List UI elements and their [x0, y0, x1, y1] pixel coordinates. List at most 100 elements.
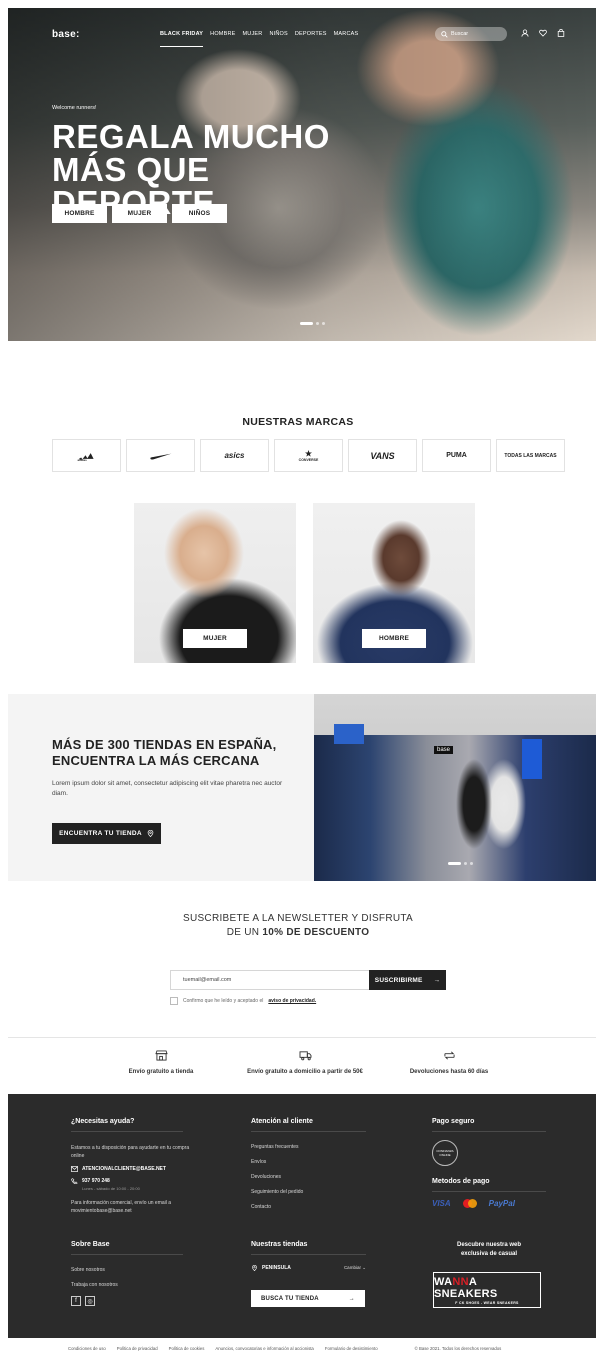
footer-link-contact[interactable]: Contacto — [251, 1204, 366, 1210]
casual-promo-text: Descubre nuestra web exclusiva de casual — [432, 1241, 546, 1259]
footer-link-shipping[interactable]: Envíos — [251, 1159, 366, 1165]
brand-vans-label: VANS — [370, 450, 395, 461]
store-photo: base — [314, 694, 596, 881]
carousel-dot[interactable] — [470, 862, 473, 865]
category-women-button[interactable]: MUJER — [183, 629, 247, 648]
carousel-dot[interactable] — [448, 862, 461, 865]
footer-link-faq[interactable]: Preguntas frecuentes — [251, 1144, 366, 1150]
heart-icon[interactable] — [539, 29, 547, 37]
carousel-dot[interactable] — [316, 322, 319, 325]
change-region-label: Cambiar — [343, 1265, 361, 1270]
arrow-right-icon: → — [433, 976, 441, 984]
footer-help: ¿Necesitas ayuda? Estamos a tu disposici… — [71, 1118, 193, 1215]
bag-icon[interactable] — [557, 29, 565, 37]
footer-link-about[interactable]: Sobre nosotros — [71, 1267, 183, 1273]
footer-stores: Nuestras tiendas PENINSULA Cambiar ⌄ — [251, 1241, 366, 1271]
adidas-logo-icon: adidas — [77, 452, 94, 462]
hero-button-hombre[interactable]: HOMBRE — [52, 204, 107, 223]
mastercard-icon — [462, 1199, 477, 1208]
wanna-sneakers-wordmark: WANNA SNEAKERS — [434, 1275, 498, 1300]
store-region-row: PENINSULA Cambiar ⌄ — [251, 1265, 366, 1271]
footer-phone[interactable]: 937 970 248 — [71, 1178, 193, 1184]
brand-all[interactable]: TODAS LAS MARCAS — [496, 439, 565, 472]
newsletter-email-input[interactable] — [170, 970, 369, 990]
legal-link-terms[interactable]: Condiciones de uso — [68, 1346, 106, 1351]
hero-button-ninos[interactable]: NIÑOS — [172, 204, 227, 223]
location-pin-icon — [147, 830, 154, 837]
facebook-icon[interactable]: f — [71, 1296, 81, 1306]
trust-badge[interactable]: CONFIANZA ONLINE — [432, 1140, 458, 1166]
nav-ninos[interactable]: NIÑOS — [269, 31, 287, 47]
privacy-link[interactable]: aviso de privacidad. — [268, 998, 316, 1004]
benefit-home-shipping: Envío gratuito a domicilio a partir de 5… — [230, 1050, 380, 1075]
logo[interactable]: base: — [52, 29, 80, 40]
find-store-button-label: ENCUENTRA TU TIENDA — [59, 830, 142, 837]
search-icon — [441, 30, 448, 38]
brand-puma[interactable]: PUMA — [422, 439, 491, 472]
carousel-dot[interactable] — [322, 322, 325, 325]
category-men-card[interactable]: HOMBRE — [313, 503, 475, 663]
footer-customer-service: Atención al cliente Preguntas frecuentes… — [251, 1118, 366, 1210]
legal-link-investors[interactable]: Anuncios, convocatorias e información al… — [215, 1346, 313, 1351]
carousel-dot[interactable] — [464, 862, 467, 865]
find-store-footer-label: BUSCA TU TIENDA — [261, 1295, 319, 1302]
store-decor — [334, 724, 364, 744]
search-box[interactable] — [435, 27, 507, 41]
benefit-label: Envío gratuito a domicilio a partir de 5… — [247, 1069, 363, 1075]
arrow-right-icon: → — [348, 1295, 355, 1302]
wanna-sneakers-logo[interactable]: WANNA SNEAKERS F CK SHOES - WEAR SNEAKER… — [433, 1272, 541, 1308]
category-men-button[interactable]: HOMBRE — [362, 629, 426, 648]
brand-puma-label: PUMA — [446, 452, 467, 459]
footer-email-label: ATENCIONALCLIENTE@BASE.NET — [82, 1166, 166, 1172]
legal-link-privacy[interactable]: Política de privacidad — [117, 1346, 158, 1351]
store-region-label: PENINSULA — [262, 1265, 291, 1271]
instagram-icon[interactable]: ◎ — [85, 1296, 95, 1306]
nav-black-friday[interactable]: BLACK FRIDAY — [160, 31, 204, 47]
carousel-dot[interactable] — [300, 322, 313, 325]
footer-email[interactable]: ATENCIONALCLIENTE@BASE.NET — [71, 1166, 193, 1172]
legal-link-cookies[interactable]: Política de cookies — [169, 1346, 205, 1351]
brand-adidas[interactable]: adidas — [52, 439, 121, 472]
brand-nike[interactable] — [126, 439, 195, 472]
brand-all-label: TODAS LAS MARCAS — [504, 452, 557, 459]
brand-converse-label: CONVERSE — [298, 457, 319, 462]
nav-deportes[interactable]: DEPORTES — [295, 31, 327, 47]
search-input[interactable] — [451, 31, 506, 37]
category-women-card[interactable]: MUJER — [134, 503, 296, 663]
benefit-label: Devoluciones hasta 60 días — [409, 1069, 489, 1075]
find-store-button[interactable]: ENCUENTRA TU TIENDA — [52, 823, 161, 844]
subscribe-button[interactable]: SUSCRIBIRME → — [369, 970, 446, 990]
legal-link-withdrawal[interactable]: Formulario de desistimiento — [325, 1346, 378, 1351]
hero-headline-line1: REGALA MUCHO — [52, 118, 330, 155]
visa-logo: VISA — [432, 1199, 451, 1208]
phone-icon — [71, 1178, 78, 1184]
brand-asics[interactable]: asics — [200, 439, 269, 472]
footer-phone-label: 937 970 248 — [82, 1178, 110, 1184]
nav-mujer[interactable]: MUJER — [243, 31, 263, 47]
brand-vans[interactable]: VANS — [348, 439, 417, 472]
change-region-button[interactable]: Cambiar ⌄ — [344, 1265, 366, 1271]
footer-link-tracking[interactable]: Seguimiento del pedido — [251, 1189, 366, 1195]
newsletter-title-line1: SUSCRIBETE A LA NEWSLETTER Y DISFRUTA — [182, 913, 414, 924]
newsletter-title-prefix: DE UN — [226, 927, 263, 938]
stores-title: MÁS DE 300 TIENDAS EN ESPAÑA, ENCUENTRA … — [52, 737, 292, 769]
legal-bar: Condiciones de uso Política de privacida… — [68, 1346, 501, 1351]
user-icon[interactable] — [521, 29, 529, 37]
store-region: PENINSULA — [251, 1265, 291, 1271]
privacy-checkbox[interactable] — [170, 997, 178, 1005]
truck-icon — [299, 1051, 311, 1061]
payment-methods: VISA PayPal — [432, 1199, 546, 1208]
subscribe-button-label: SUSCRIBIRME — [374, 976, 423, 984]
return-icon — [443, 1051, 455, 1060]
stores-banner: MÁS DE 300 TIENDAS EN ESPAÑA, ENCUENTRA … — [8, 694, 596, 881]
nav-marcas[interactable]: MARCAS — [334, 31, 359, 47]
benefit-store-shipping: Envío gratuito a tienda — [86, 1050, 236, 1075]
footer-link-returns[interactable]: Devoluciones — [251, 1174, 366, 1180]
nav-hombre[interactable]: HOMBRE — [210, 31, 235, 47]
brand-converse[interactable]: CONVERSE — [274, 439, 343, 472]
hero-button-mujer[interactable]: MUJER — [112, 204, 167, 223]
stores-title-line1: MÁS DE 300 TIENDAS EN ESPAÑA, — [52, 737, 277, 752]
footer-help-title: ¿Necesitas ayuda? — [71, 1118, 183, 1132]
find-store-footer-button[interactable]: BUSCA TU TIENDA → — [251, 1290, 365, 1307]
footer-link-jobs[interactable]: Trabaja con nosotros — [71, 1282, 183, 1288]
